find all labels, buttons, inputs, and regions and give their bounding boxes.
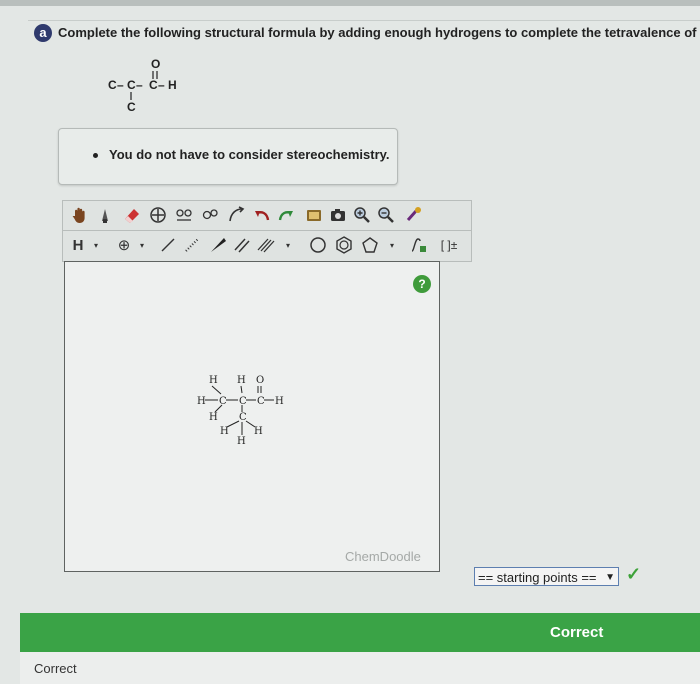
atom-h-left: H	[197, 396, 206, 407]
flip-icon[interactable]	[173, 204, 195, 226]
rotate-icon[interactable]	[199, 204, 221, 226]
formula-carbon-1: C	[108, 78, 117, 92]
formula-carbon-4: C	[127, 100, 136, 114]
wedge-bond-icon[interactable]	[207, 234, 229, 256]
formula-hydrogen: H	[168, 78, 177, 92]
undo-icon[interactable]	[251, 204, 273, 226]
hint-text: You do not have to consider stereochemis…	[109, 147, 390, 162]
given-structural-formula: O C – C – C – H C	[108, 57, 177, 114]
chevron-down-icon: ▼	[605, 572, 615, 583]
charge-dropdown-icon[interactable]: ▾	[131, 234, 153, 256]
drawing-toolbar-bottom: H ▾ ⊕ ▾ ▾ ▾ [ ]±	[62, 230, 472, 262]
center-icon[interactable]	[147, 204, 169, 226]
atom-h-top-1: H	[209, 375, 218, 386]
question-header: a Complete the following structural form…	[28, 20, 700, 47]
zoom-in-icon[interactable]	[351, 204, 373, 226]
lasso-icon[interactable]	[95, 204, 117, 226]
ring-dropdown-icon[interactable]: ▾	[381, 234, 403, 256]
bond-dropdown-icon[interactable]: ▾	[277, 234, 299, 256]
result-banner: Correct	[20, 613, 700, 652]
atom-c-3: C	[257, 396, 265, 407]
chemdoodle-watermark: ChemDoodle	[345, 549, 421, 564]
atom-h-right: H	[275, 396, 284, 407]
atom-c-1: C	[219, 396, 227, 407]
atom-h-lower-left: H	[209, 412, 218, 423]
camera-icon[interactable]	[327, 204, 349, 226]
hint-box: You do not have to consider stereochemis…	[58, 128, 398, 185]
settings-icon[interactable]	[403, 204, 425, 226]
cyclopropane-icon[interactable]	[307, 234, 329, 256]
benzene-icon[interactable]	[333, 234, 355, 256]
question-text: Complete the following structural formul…	[58, 25, 698, 40]
drawn-molecule[interactable]: H H O H C C C H H C H H H	[195, 374, 305, 454]
element-dropdown-icon[interactable]: ▾	[85, 234, 107, 256]
hint-bullet	[93, 153, 98, 158]
zoom-out-icon[interactable]	[375, 204, 397, 226]
atom-h-top-2: H	[237, 375, 246, 386]
top-strip	[0, 0, 700, 6]
atom-o: O	[256, 375, 264, 386]
atom-c-2: C	[239, 396, 247, 407]
hashed-bond-icon[interactable]	[181, 234, 203, 256]
formula-oxygen: O	[151, 57, 160, 71]
result-status: Correct	[550, 624, 604, 641]
templates-icon[interactable]	[303, 204, 325, 226]
checkmark-icon: ✓	[626, 564, 642, 584]
clean-icon[interactable]	[225, 204, 247, 226]
help-button[interactable]: ?	[413, 275, 431, 293]
drawing-canvas[interactable]: ? H H O H C C C H H C H H H ChemDoodle	[64, 261, 440, 572]
formula-carbon-2: C	[127, 78, 136, 92]
result-footer-text: Correct	[34, 661, 77, 676]
atom-h-bottom-3: H	[237, 436, 246, 447]
attribute-icon[interactable]	[407, 234, 429, 256]
starting-points-select[interactable]: == starting points == ▼	[474, 567, 619, 586]
redo-icon[interactable]	[275, 204, 297, 226]
drawing-toolbar-top	[62, 200, 472, 232]
result-footer: Correct	[20, 652, 700, 684]
formula-bond-2: –	[136, 78, 143, 92]
formula-bond-1: –	[117, 78, 124, 92]
atom-h-bottom-2: H	[254, 426, 263, 437]
eraser-icon[interactable]	[121, 204, 143, 226]
cyclopentane-icon[interactable]	[359, 234, 381, 256]
single-bond-icon[interactable]	[157, 234, 179, 256]
formula-carbon-3: C	[149, 78, 158, 92]
atom-h-bottom-1: H	[220, 426, 229, 437]
formula-bond-3: –	[158, 78, 165, 92]
question-badge: a	[34, 24, 52, 42]
hand-icon[interactable]	[69, 204, 91, 226]
triple-bond-icon[interactable]	[255, 234, 277, 256]
bracket-tool[interactable]: [ ]±	[433, 234, 465, 256]
double-bond-icon[interactable]	[231, 234, 253, 256]
starting-points-value: == starting points ==	[478, 570, 597, 585]
